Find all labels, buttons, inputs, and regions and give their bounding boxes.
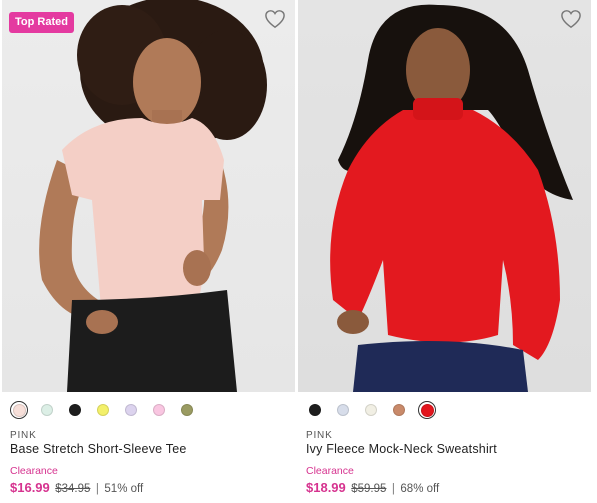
discount-percent: 68% off (400, 483, 440, 495)
color-swatch[interactable] (66, 401, 84, 419)
clearance-label: Clearance (306, 465, 354, 477)
product-name-link[interactable]: Ivy Fleece Mock-Neck Sweatshirt (306, 442, 497, 456)
clearance-label: Clearance (10, 465, 58, 477)
color-swatch[interactable] (122, 401, 140, 419)
product-grid: Top Rated PINK Base Stretch Short-Sleeve… (0, 0, 597, 503)
color-swatches (10, 400, 206, 420)
heart-icon[interactable] (560, 9, 582, 29)
sale-price: $16.99 (10, 480, 50, 495)
model-photo-illustration (39, 0, 267, 392)
top-rated-badge: Top Rated (9, 12, 74, 33)
product-name-link[interactable]: Base Stretch Short-Sleeve Tee (10, 442, 187, 456)
product-card[interactable]: Top Rated PINK Base Stretch Short-Sleeve… (2, 0, 295, 503)
sale-price: $18.99 (306, 480, 346, 495)
color-swatch[interactable] (390, 401, 408, 419)
price-separator: | (391, 483, 395, 495)
color-swatch[interactable] (334, 401, 352, 419)
color-swatch[interactable] (150, 401, 168, 419)
price-separator: | (95, 483, 99, 495)
product-image[interactable] (298, 0, 591, 392)
price-row: $16.99 $34.95 | 51% off (10, 480, 143, 495)
price-row: $18.99 $59.95 | 68% off (306, 480, 439, 495)
color-swatch[interactable] (10, 401, 28, 419)
product-brand: PINK (306, 430, 333, 441)
color-swatch[interactable] (178, 401, 196, 419)
model-photo-illustration (330, 4, 573, 392)
product-brand: PINK (10, 430, 37, 441)
color-swatches (306, 400, 446, 420)
heart-icon[interactable] (264, 9, 286, 29)
discount-percent: 51% off (104, 483, 144, 495)
color-swatch[interactable] (94, 401, 112, 419)
color-swatch[interactable] (38, 401, 56, 419)
product-image[interactable]: Top Rated (2, 0, 295, 392)
color-swatch[interactable] (362, 401, 380, 419)
color-swatch[interactable] (306, 401, 324, 419)
original-price: $59.95 (351, 483, 387, 495)
color-swatch[interactable] (418, 401, 436, 419)
original-price: $34.95 (55, 483, 91, 495)
product-card[interactable]: PINK Ivy Fleece Mock-Neck Sweatshirt Cle… (298, 0, 591, 503)
